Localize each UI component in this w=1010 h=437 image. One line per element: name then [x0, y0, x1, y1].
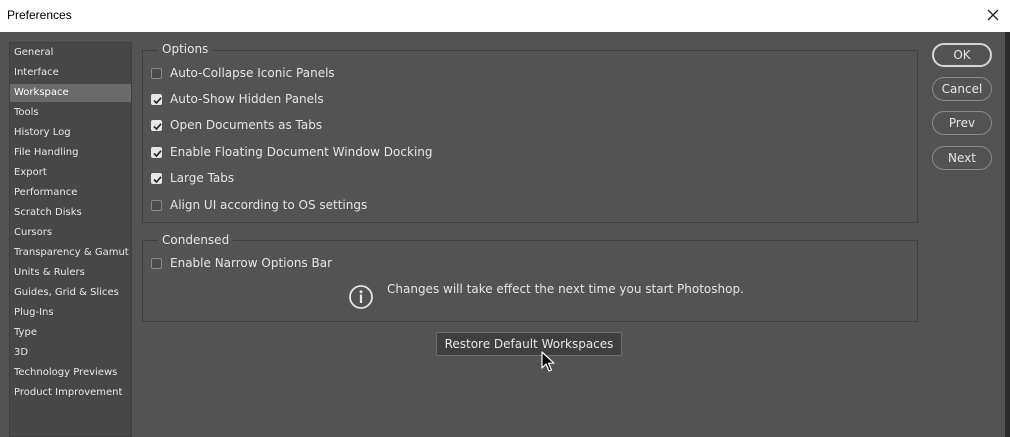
large-tabs-label: Large Tabs	[170, 171, 235, 185]
sidebar-item-cursors[interactable]: Cursors	[10, 224, 131, 242]
info-icon	[348, 284, 374, 310]
close-icon[interactable]	[982, 4, 1004, 26]
auto-collapse-checkbox[interactable]	[151, 67, 162, 79]
prev-button[interactable]: Prev	[932, 111, 992, 135]
preferences-sidebar: General Interface Workspace Tools Histor…	[9, 42, 132, 437]
align-ui-checkbox-row[interactable]: Align UI according to OS settings	[151, 196, 367, 214]
open-docs-tabs-checkbox-row[interactable]: Open Documents as Tabs	[151, 116, 322, 134]
floating-docking-label: Enable Floating Document Window Docking	[170, 145, 433, 159]
large-tabs-checkbox[interactable]	[151, 172, 162, 184]
next-button[interactable]: Next	[932, 146, 992, 170]
sidebar-item-transparency-gamut[interactable]: Transparency & Gamut	[10, 244, 131, 262]
check-icon	[153, 122, 162, 130]
title-bar: Preferences	[0, 0, 1010, 32]
narrow-options-bar-label: Enable Narrow Options Bar	[170, 256, 333, 270]
sidebar-item-export[interactable]: Export	[10, 164, 131, 182]
narrow-options-bar-checkbox-row[interactable]: Enable Narrow Options Bar	[151, 254, 332, 272]
floating-docking-checkbox-row[interactable]: Enable Floating Document Window Docking	[151, 143, 433, 161]
auto-collapse-checkbox-row[interactable]: Auto-Collapse Iconic Panels	[151, 64, 335, 82]
align-ui-label: Align UI according to OS settings	[170, 198, 368, 212]
sidebar-item-history-log[interactable]: History Log	[10, 124, 131, 142]
condensed-group	[142, 240, 918, 322]
background-edge	[1005, 32, 1010, 437]
restart-notice: Changes will take effect the next time y…	[387, 282, 744, 296]
auto-show-checkbox-row[interactable]: Auto-Show Hidden Panels	[151, 90, 324, 108]
sidebar-item-tools[interactable]: Tools	[10, 104, 131, 122]
sidebar-item-guides-grid-slices[interactable]: Guides, Grid & Slices	[10, 284, 131, 302]
auto-show-checkbox[interactable]	[151, 93, 162, 105]
sidebar-item-units-rulers[interactable]: Units & Rulers	[10, 264, 131, 282]
align-ui-checkbox[interactable]	[151, 199, 162, 211]
window-title: Preferences	[7, 8, 72, 22]
check-icon	[153, 175, 162, 183]
sidebar-item-type[interactable]: Type	[10, 324, 131, 342]
sidebar-item-general[interactable]: General	[10, 44, 131, 62]
sidebar-item-product-improvement[interactable]: Product Improvement	[10, 384, 131, 402]
floating-docking-checkbox[interactable]	[151, 146, 162, 158]
restore-default-workspaces-button[interactable]: Restore Default Workspaces	[436, 332, 622, 356]
sidebar-item-plug-ins[interactable]: Plug-Ins	[10, 304, 131, 322]
auto-collapse-label: Auto-Collapse Iconic Panels	[170, 66, 335, 80]
open-docs-tabs-checkbox[interactable]	[151, 119, 162, 131]
sidebar-item-workspace[interactable]: Workspace	[10, 84, 131, 102]
options-legend: Options	[158, 42, 213, 56]
sidebar-item-file-handling[interactable]: File Handling	[10, 144, 131, 162]
sidebar-item-interface[interactable]: Interface	[10, 64, 131, 82]
mouse-cursor-icon	[541, 351, 555, 373]
auto-show-label: Auto-Show Hidden Panels	[170, 92, 324, 106]
cancel-button[interactable]: Cancel	[932, 77, 992, 101]
narrow-options-bar-checkbox[interactable]	[151, 257, 162, 269]
ok-button[interactable]: OK	[932, 43, 992, 67]
sidebar-item-3d[interactable]: 3D	[10, 344, 131, 362]
sidebar-item-technology-previews[interactable]: Technology Previews	[10, 364, 131, 382]
sidebar-item-scratch-disks[interactable]: Scratch Disks	[10, 204, 131, 222]
check-icon	[153, 96, 162, 104]
open-docs-tabs-label: Open Documents as Tabs	[170, 118, 323, 132]
sidebar-item-performance[interactable]: Performance	[10, 184, 131, 202]
large-tabs-checkbox-row[interactable]: Large Tabs	[151, 169, 234, 187]
check-icon	[153, 149, 162, 157]
condensed-legend: Condensed	[158, 233, 234, 247]
